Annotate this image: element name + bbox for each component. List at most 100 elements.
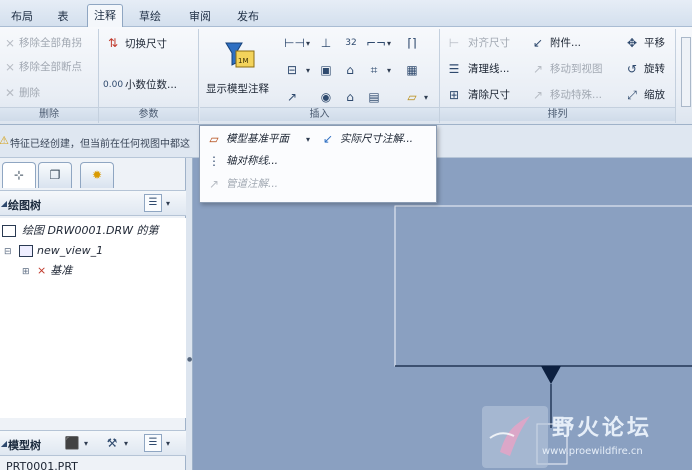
table-symbol-icon[interactable]: ▤ [366, 89, 382, 105]
group-arrange: ⊢ 对齐尺寸 ↙ 附件... ✥ 平移 ☰ 清理线... ↗ 移动到视图 ↺ 旋… [440, 29, 676, 123]
watermark-title: 野火论坛 [552, 416, 653, 441]
list-icon: ☰ [148, 197, 158, 208]
align-dims-icon: ⊢ [448, 36, 460, 50]
ordinate-dim-icon[interactable]: ⊟ [284, 62, 300, 78]
gtol-datum-icon[interactable]: ⌗ [366, 62, 382, 78]
tools-icon[interactable]: ⚒ [104, 435, 120, 451]
svg-text:1M: 1M [238, 57, 249, 65]
remove-breaks-icon: ⨯ [4, 60, 16, 74]
note-icon[interactable]: 32 [340, 35, 362, 51]
drawing-tree-settings-button[interactable]: ☰ [144, 194, 162, 212]
popup-pipe-annotation[interactable]: 管道注解... [226, 174, 278, 194]
remove-all-breaks-button[interactable]: 移除全部断点 [19, 57, 82, 77]
dimension-icon[interactable]: ⊢⊣ [284, 35, 305, 51]
popup-symmetry-line[interactable]: 轴对称线... [226, 151, 278, 171]
group-label-params: 参数 [99, 107, 198, 121]
group-params: ⇅ 切换尺寸 0.00 小数位数... ▾ 参数 [99, 29, 199, 123]
tab-layout[interactable]: 布局 [4, 6, 40, 27]
drawing-tree-header: ◢ 绘图树 ☰ ▾ [0, 190, 186, 216]
pan-icon: ✥ [626, 36, 638, 50]
drawing-sheet-border [394, 205, 692, 367]
drawing-tree-dropdown-icon[interactable]: ▾ [166, 199, 170, 208]
attachment-icon: ↙ [532, 36, 544, 50]
dimension-dropdown-icon[interactable]: ▾ [306, 39, 310, 48]
datum-plane-icon[interactable]: ▱ [404, 89, 420, 105]
popup-model-datum-plane[interactable]: 模型基准平面 [226, 129, 289, 149]
collapse-toggle-icon[interactable]: ⊟ [4, 247, 12, 257]
tree-item-drawing[interactable]: 绘图 DRW0001.DRW 的第 [2, 222, 158, 240]
clean-dims-icon: ⊞ [448, 88, 460, 102]
geometric-tolerance-icon[interactable]: ▣ [318, 62, 334, 78]
ribbon: ⨯ 移除全部角拐 ⨯ 移除全部断点 ✕ 删除 删除 ⇅ 切换尺寸 0.00 小数… [0, 27, 692, 125]
surface-finish-icon[interactable]: ⌂ [342, 62, 358, 78]
weld-symbol-icon[interactable]: ⌂ [342, 89, 358, 105]
attachment-button[interactable]: 附件... [550, 33, 581, 53]
datum-plane-dropdown-icon[interactable]: ▾ [424, 93, 428, 102]
group-delete: ⨯ 移除全部角拐 ⨯ 移除全部断点 ✕ 删除 删除 [0, 29, 99, 123]
tab-review[interactable]: 审阅 [180, 6, 220, 27]
drawing-icon [2, 225, 16, 237]
pan-button[interactable]: 平移 [644, 33, 665, 53]
rotate-button[interactable]: 旋转 [644, 59, 665, 79]
insert-overflow-popup: ▱ 模型基准平面 ▾ ↙ 实际尺寸注解... ⋮ 轴对称线... ↗ 管道注解.… [199, 125, 437, 203]
ordinate-dim-dropdown-icon[interactable]: ▾ [306, 66, 310, 75]
clean-dims-button[interactable]: 清除尺寸 [468, 85, 510, 105]
ordinate-icon[interactable]: ⊥ [318, 35, 334, 51]
favorites-tab[interactable]: ✹ [80, 162, 114, 188]
model-icon[interactable]: ⬛ [64, 435, 80, 451]
model-dropdown-icon[interactable]: ▾ [84, 439, 88, 448]
model-tree-dropdown-icon[interactable]: ▾ [166, 439, 170, 448]
symbol-icon[interactable]: ▦ [404, 62, 420, 78]
view-icon [19, 245, 34, 257]
balloon-icon[interactable]: ◉ [318, 89, 334, 105]
delete-icon: ✕ [4, 86, 16, 100]
popup-actual-dim-annotation[interactable]: 实际尺寸注解... [340, 129, 413, 149]
group-clipped [677, 29, 692, 123]
tree-item-view[interactable]: ⊟ new_view_1 [4, 242, 103, 260]
rotate-icon: ↺ [626, 62, 638, 76]
model-tree-header: ◢ 模型树 ⬛ ▾ ⚒ ▾ ☰ ▾ [0, 430, 186, 456]
cleanup-lines-button[interactable]: 清理线... [468, 59, 510, 79]
scale-icon: ⤢ [627, 88, 637, 102]
decimal-places-button[interactable]: 小数位数... [125, 75, 177, 95]
watermark: 野火论坛 www.proewildfire.cn [480, 402, 692, 470]
drawing-tree-title: 绘图树 [8, 199, 41, 212]
model-tree-tab[interactable]: ⊹ [2, 162, 36, 188]
model-tree-title: 模型树 [8, 439, 41, 452]
tree-item-datum[interactable]: ⊞ ⨯ 基准 [22, 262, 72, 280]
datum-icon[interactable]: ⌈⌉ [404, 35, 420, 51]
navigator-panel: ⊹ ❐ ✹ ◢ 绘图树 ☰ ▾ 绘图 DRW0001.DRW 的第 ⊟ new_… [0, 158, 186, 470]
drawing-tree: 绘图 DRW0001.DRW 的第 ⊟ new_view_1 ⊞ ⨯ 基准 [0, 218, 186, 418]
reference-dim-icon[interactable]: ⌐¬ [366, 35, 386, 51]
tab-sketch[interactable]: 草绘 [130, 6, 170, 27]
pipe-annotation-icon: ↗ [208, 177, 220, 191]
show-model-annotations-button[interactable]: 显示模型注释 [206, 79, 269, 99]
expand-toggle-icon[interactable]: ⊞ [22, 267, 30, 277]
toggle-dimension-button[interactable]: 切换尺寸 [125, 34, 167, 54]
move-to-view-icon: ↗ [532, 62, 544, 76]
move-to-view-button[interactable]: 移动到视图 [550, 59, 603, 79]
tools-dropdown-icon[interactable]: ▾ [124, 439, 128, 448]
remove-all-corners-button[interactable]: 移除全部角拐 [19, 33, 82, 53]
model-tree-first-item[interactable]: PRT0001.PRT [6, 458, 78, 470]
leader-icon[interactable]: ↗ [284, 89, 300, 105]
tab-publish[interactable]: 发布 [228, 6, 268, 27]
layers-icon: ❐ [49, 168, 61, 182]
model-tree-settings-button[interactable]: ☰ [144, 434, 162, 452]
ribbon-tab-bar: 布局 表 注释 草绘 审阅 发布 [0, 0, 692, 28]
layers-tab[interactable]: ❐ [38, 162, 72, 188]
tab-table[interactable]: 表 [46, 6, 80, 27]
tab-annotate[interactable]: 注释 [87, 4, 123, 28]
panel-splitter[interactable]: ● [186, 158, 193, 470]
delete-button[interactable]: 删除 [19, 83, 40, 103]
toggle-dimension-icon: ⇅ [107, 36, 119, 50]
star-icon: ✹ [91, 168, 103, 182]
decimal-places-icon: 0.00 [103, 80, 124, 90]
scale-button[interactable]: 缩放 [644, 85, 665, 105]
reference-dim-dropdown-icon[interactable]: ▾ [387, 39, 391, 48]
gtol-datum-dropdown-icon[interactable]: ▾ [387, 66, 391, 75]
datum-plane-dropdown-icon[interactable]: ▾ [306, 135, 310, 144]
align-dims-button[interactable]: 对齐尺寸 [468, 33, 510, 53]
move-special-button[interactable]: 移动特殊... [550, 85, 602, 105]
group-insert: 1M 显示模型注释 ⊢⊣ ▾ ⊥ 32 ⌐¬ ▾ ⌈⌉ ⊟ ▾ ▣ ⌂ ⌗ ▾ … [200, 29, 440, 123]
